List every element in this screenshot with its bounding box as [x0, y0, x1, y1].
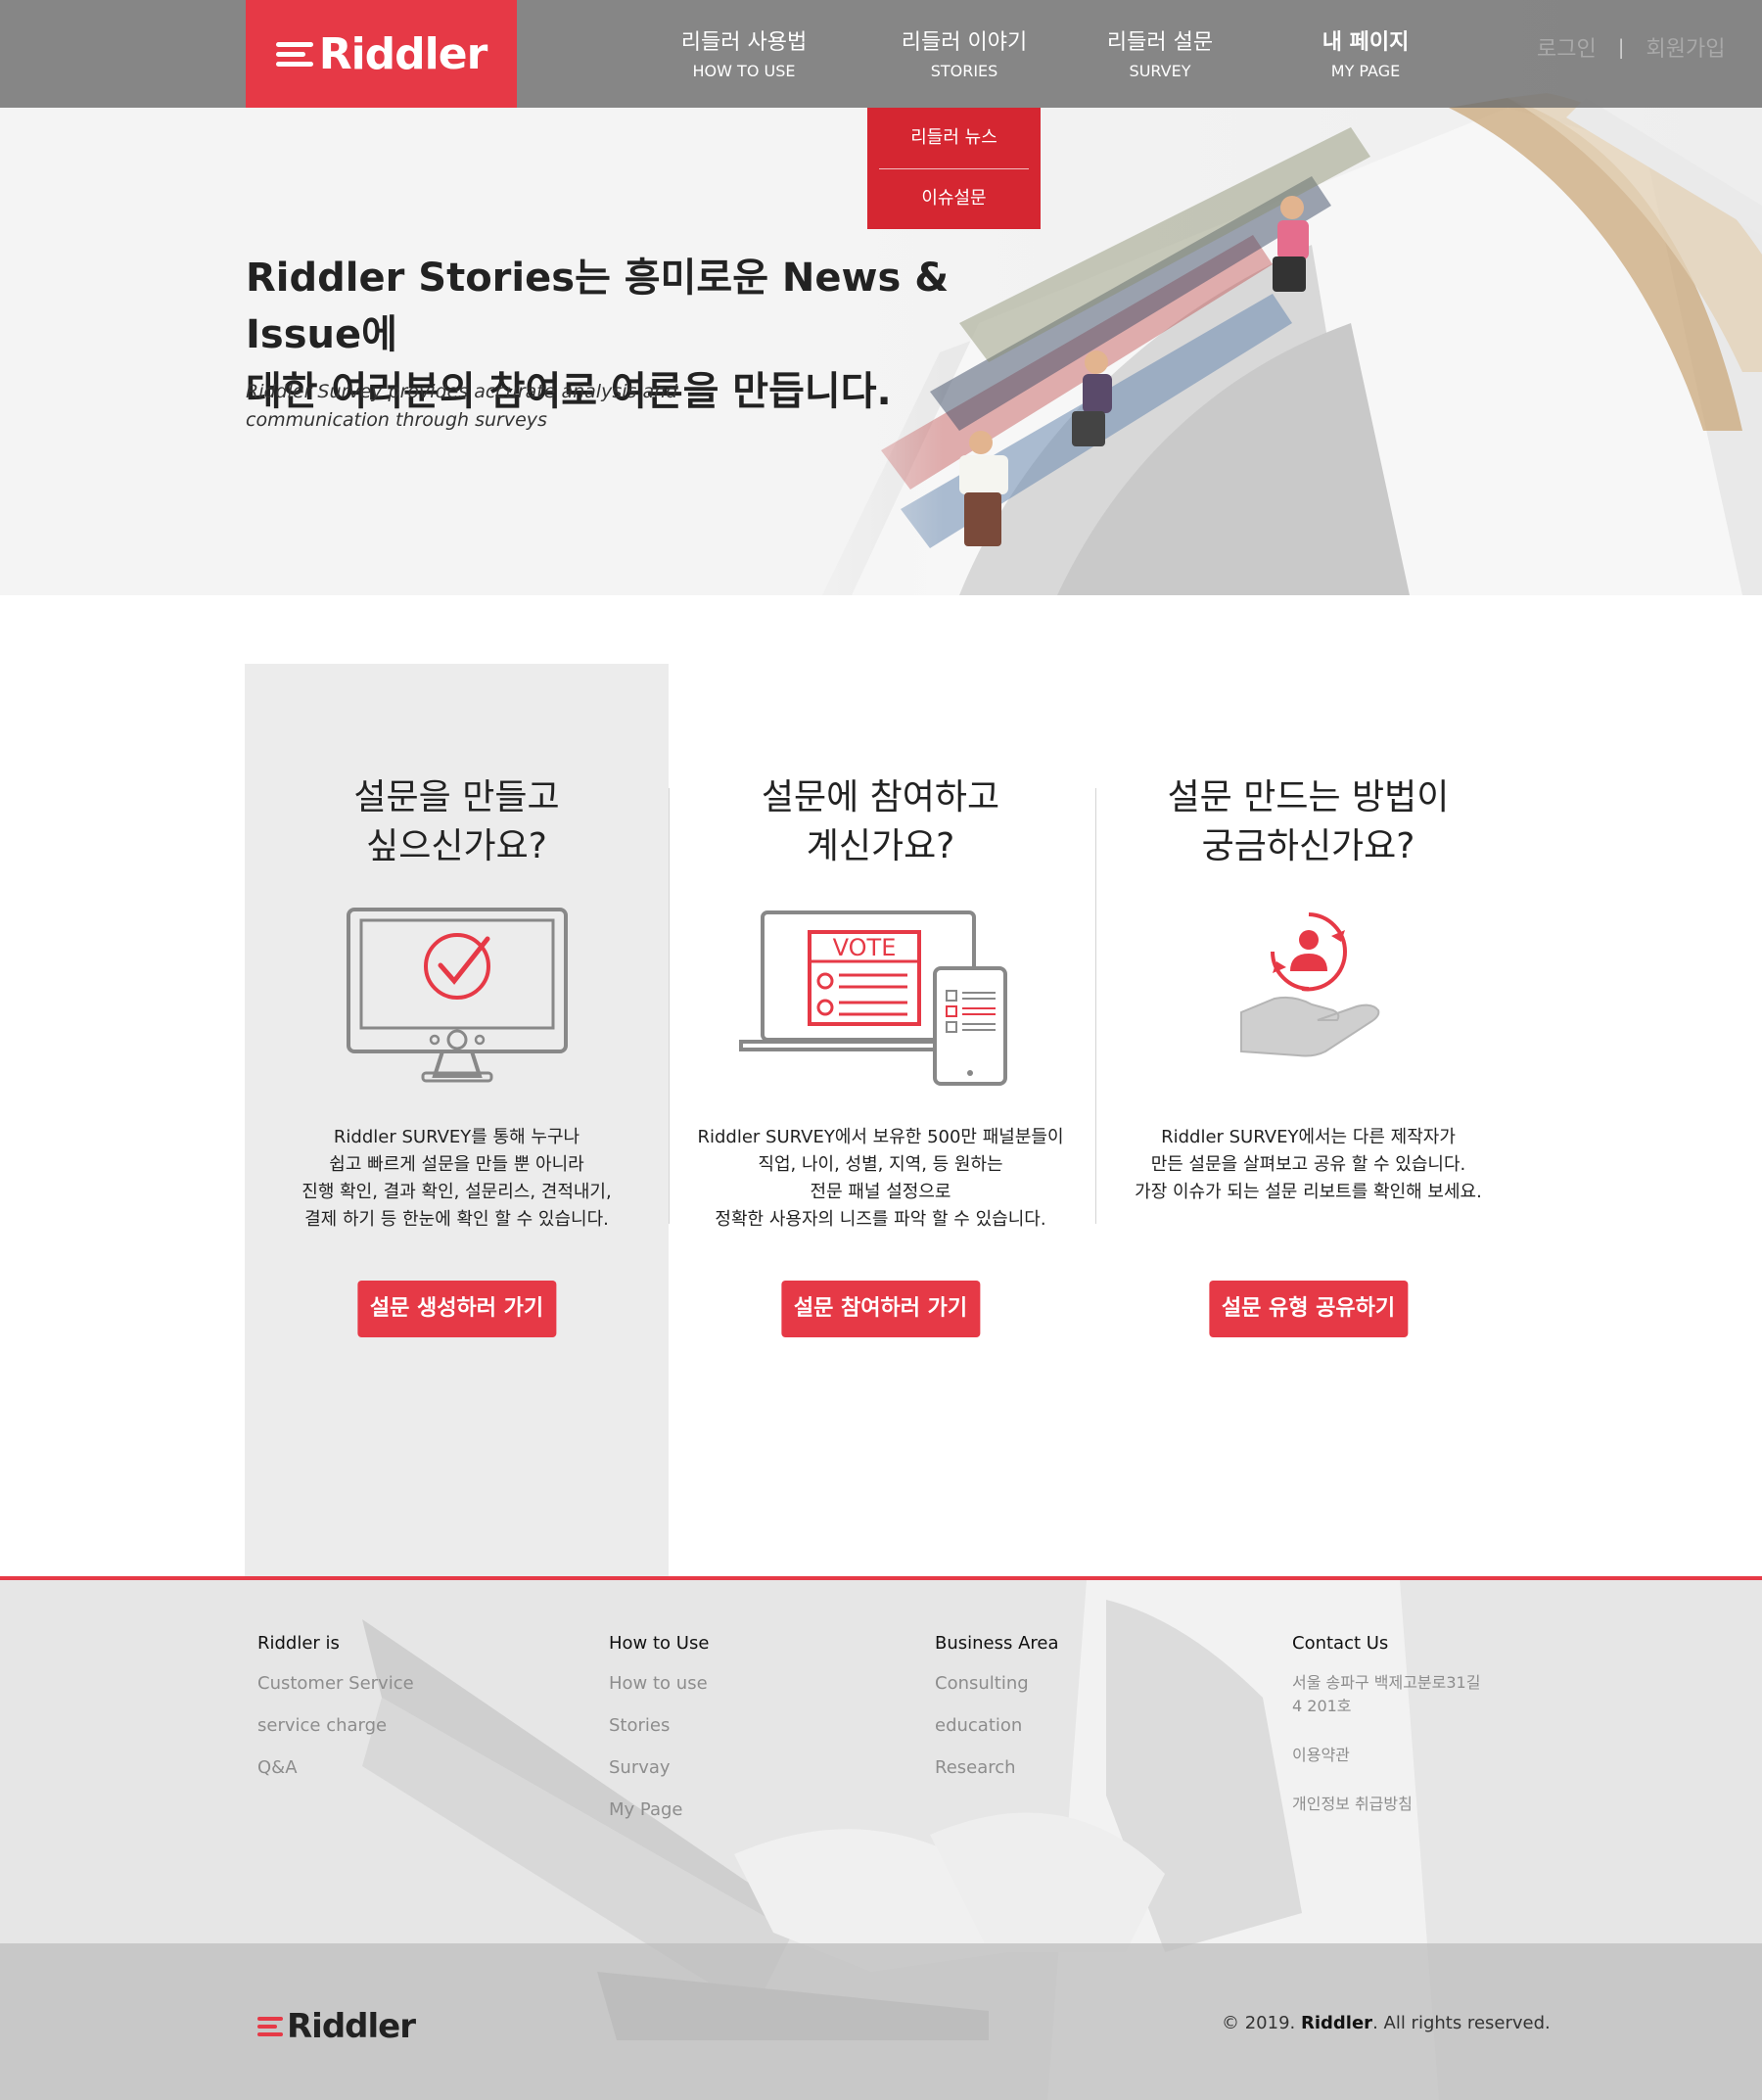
footer-col-title: Contact Us: [1292, 1633, 1389, 1654]
footer-link[interactable]: service charge: [257, 1713, 414, 1738]
hero-title-bold: Riddler Stories: [246, 256, 576, 301]
desc-line: Riddler SURVEY에서는 다른 제작자가: [1161, 1127, 1456, 1147]
copyright-year: © 2019.: [1222, 2013, 1296, 2033]
footer-col-title: Business Area: [935, 1633, 1059, 1654]
feature-share-survey: 설문 만드는 방법이 궁금하신가요? Riddler SURVEY에서는 다른 …: [1096, 773, 1520, 1337]
logo-lines-icon: [275, 41, 313, 67]
nav-label-ko: 리들러 이야기: [901, 30, 1028, 55]
copyright-rest: . All rights reserved.: [1372, 2013, 1551, 2033]
nav-label-ko: 리들러 설문: [1106, 30, 1214, 55]
nav-survey[interactable]: 리들러 설문 SURVEY: [1091, 29, 1229, 82]
logo-text: Riddler: [318, 28, 488, 79]
feature-description: Riddler SURVEY에서는 다른 제작자가 만든 설문을 살펴보고 공유…: [1096, 1124, 1520, 1206]
footer: Riddler is Customer Service service char…: [0, 1576, 1762, 2100]
footer-link-privacy[interactable]: 개인정보 취급방침: [1292, 1793, 1488, 1816]
footer-address: 서울 송파구 백제고분로31길 4 201호: [1292, 1673, 1481, 1715]
footer-logo-text: Riddler: [287, 2007, 416, 2046]
footer-link[interactable]: Q&A: [257, 1755, 414, 1780]
vote-label: VOTE: [832, 934, 896, 961]
feature-title-line1: 설문에 참여하고: [761, 777, 1000, 817]
nav-how-to-use[interactable]: 리들러 사용법 HOW TO USE: [675, 29, 812, 82]
footer-link[interactable]: Stories: [609, 1713, 709, 1738]
feature-title: 설문 만드는 방법이 궁금하신가요?: [1096, 773, 1520, 871]
feature-create-survey: 설문을 만들고 싶으신가요? Riddler SURVEY를 통해 누구나 쉽고…: [245, 773, 669, 1337]
feature-title-line2: 궁금하신가요?: [1201, 826, 1415, 866]
logo-lines-icon: [257, 2017, 283, 2036]
share-survey-button[interactable]: 설문 유형 공유하기: [1208, 1281, 1409, 1337]
feature-participate-survey: 설문에 참여하고 계신가요? VOTE Riddler SURVEY에서 보유한…: [669, 773, 1092, 1337]
footer-logo[interactable]: Riddler: [257, 2007, 416, 2046]
nav-my-page[interactable]: 내 페이지 MY PAGE: [1297, 29, 1434, 82]
signup-link[interactable]: 회원가입: [1646, 31, 1725, 63]
create-survey-button[interactable]: 설문 생성하러 가기: [356, 1281, 557, 1337]
footer-link[interactable]: My Page: [609, 1797, 709, 1822]
feature-title-line1: 설문 만드는 방법이: [1167, 777, 1450, 817]
dropdown-item-issue-survey[interactable]: 이슈설문: [867, 168, 1041, 229]
desc-line: 전문 패널 설정으로: [810, 1182, 951, 1202]
copyright: © 2019. Riddler. All rights reserved.: [1222, 2013, 1551, 2033]
desc-line: Riddler SURVEY를 통해 누구나: [333, 1127, 580, 1147]
desc-line: 진행 확인, 결과 확인, 설문리스, 견적내기,: [301, 1182, 612, 1202]
desc-line: 쉽고 빠르게 설문을 만들 뿐 아니라: [329, 1154, 584, 1175]
desc-line: 결제 하기 등 한눈에 확인 할 수 있습니다.: [304, 1209, 609, 1230]
footer-col-business-area: Business Area Consulting education Resea…: [935, 1633, 1059, 1797]
footer-link[interactable]: Consulting: [935, 1671, 1059, 1696]
auth-links: 로그인 | 회원가입: [1537, 31, 1725, 63]
hero-subtitle: Riddler Survey provides accurate analysi…: [246, 378, 794, 435]
footer-link[interactable]: education: [935, 1713, 1059, 1738]
participate-survey-button[interactable]: 설문 참여하러 가기: [780, 1281, 981, 1337]
nav-label-en: MY PAGE: [1330, 62, 1401, 80]
hero-section: Riddler 리들러 사용법 HOW TO USE 리들러 이야기 STORI…: [0, 0, 1762, 595]
desc-line: 만든 설문을 살펴보고 공유 할 수 있습니다.: [1150, 1154, 1466, 1175]
nav-label-en: HOW TO USE: [692, 62, 796, 80]
feature-title-line2: 계신가요?: [806, 826, 955, 866]
footer-link[interactable]: Research: [935, 1755, 1059, 1780]
auth-separator: |: [1617, 35, 1625, 59]
stories-dropdown-menu: 리들러 뉴스 이슈설문: [867, 108, 1041, 229]
login-link[interactable]: 로그인: [1537, 31, 1597, 63]
dropdown-item-riddler-news[interactable]: 리들러 뉴스: [867, 108, 1041, 168]
feature-title: 설문에 참여하고 계신가요?: [669, 773, 1092, 871]
footer-col-how-to-use: How to Use How to use Stories Survay My …: [609, 1633, 709, 1840]
hero-subtitle-line1: Riddler Survey provides accurate analysi…: [246, 381, 678, 402]
desc-line: 정확한 사용자의 니즈를 파악 할 수 있습니다.: [715, 1209, 1046, 1230]
dropdown-divider: [879, 168, 1029, 169]
footer-link[interactable]: Customer Service: [257, 1671, 414, 1696]
footer-link[interactable]: How to use: [609, 1671, 709, 1696]
feature-title-line2: 싶으신가요?: [366, 826, 547, 866]
page: Riddler 리들러 사용법 HOW TO USE 리들러 이야기 STORI…: [0, 0, 1762, 2100]
hand-user-cycle-icon: [1239, 912, 1379, 1057]
desc-line: 직업, 나이, 성별, 지역, 등 원하는: [758, 1154, 1003, 1175]
nav-label-ko: 리들러 사용법: [680, 30, 808, 55]
desc-line: Riddler SURVEY에서 보유한 500만 패널분들이: [697, 1127, 1064, 1147]
riddler-logo[interactable]: Riddler: [246, 0, 517, 108]
nav-stories[interactable]: 리들러 이야기 STORIES: [886, 29, 1043, 82]
footer-link[interactable]: Survay: [609, 1755, 709, 1780]
hero-subtitle-line2: communication through surveys: [246, 409, 547, 431]
feature-title: 설문을 만들고 싶으신가요?: [245, 773, 669, 871]
desc-line: 가장 이슈가 되는 설문 리보트를 확인해 보세요.: [1135, 1182, 1482, 1202]
vote-laptop-icon: VOTE: [738, 910, 1007, 1086]
nav-label-ko: 내 페이지: [1322, 30, 1410, 55]
nav-label-en: STORIES: [930, 62, 998, 80]
nav-label-en: SURVEY: [1129, 62, 1191, 80]
monitor-check-icon: [346, 908, 568, 1083]
copyright-brand: Riddler: [1301, 2013, 1373, 2033]
feature-title-line1: 설문을 만들고: [353, 777, 560, 817]
feature-description: Riddler SURVEY를 통해 누구나 쉽고 빠르게 설문을 만들 뿐 아…: [245, 1124, 669, 1234]
footer-col-riddler-is: Riddler is Customer Service service char…: [257, 1633, 414, 1797]
footer-col-title: How to Use: [609, 1633, 710, 1654]
feature-description: Riddler SURVEY에서 보유한 500만 패널분들이 직업, 나이, …: [669, 1124, 1092, 1234]
footer-col-title: Riddler is: [257, 1633, 340, 1654]
footer-link-terms[interactable]: 이용약관: [1292, 1744, 1488, 1767]
footer-col-contact-us: Contact Us 서울 송파구 백제고분로31길 4 201호 이용약관 개…: [1292, 1633, 1488, 1842]
